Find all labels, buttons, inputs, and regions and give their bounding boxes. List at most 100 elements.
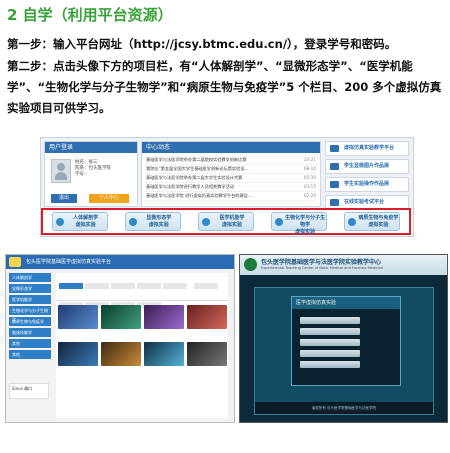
news-item[interactable]: 基础医学与法医学院举办第二届院校实验教学创新比赛 10-21 bbox=[146, 156, 316, 165]
course-tile[interactable] bbox=[58, 305, 98, 339]
filter-chip[interactable] bbox=[85, 283, 109, 289]
lab-menu-button[interactable] bbox=[300, 339, 360, 346]
module-sub: 虚拟实验 bbox=[75, 222, 96, 228]
news-item[interactable]: 基础医学与法医学院 进行虚拟仿真实验教学平台的建设… 02-20 bbox=[146, 192, 316, 201]
filter-chip[interactable] bbox=[111, 283, 135, 289]
lab-menu-button[interactable] bbox=[300, 317, 360, 324]
sidebar-item[interactable]: 其他 bbox=[9, 339, 51, 348]
course-list-screenshot: 包头医学院基础医学虚拟仿真实验平台 人体解剖学 显微形态学 医学机能学 生物化学… bbox=[5, 254, 235, 423]
course-thumbnail bbox=[101, 342, 141, 366]
course-thumbnail bbox=[58, 342, 98, 366]
section-heading: 2 自学（利用平台资源） bbox=[7, 6, 173, 24]
filter-chip[interactable] bbox=[163, 283, 187, 289]
center-subtitle: Experimental Teaching Center of Basic Me… bbox=[261, 266, 384, 270]
platform-title: 包头医学院基础医学虚拟仿真实验平台 bbox=[6, 255, 234, 269]
course-thumbnail bbox=[187, 305, 227, 329]
module-name: 医学机能学 bbox=[219, 215, 245, 221]
avatar-icon[interactable] bbox=[51, 159, 71, 183]
course-caption bbox=[58, 329, 98, 339]
lab-menu-button[interactable] bbox=[300, 328, 360, 335]
link-micro-images[interactable]: 学生显微图片作品展 bbox=[325, 159, 409, 174]
school-emblem-icon bbox=[244, 258, 257, 271]
news-title: 基础医学与法医学院 进行虚拟仿真实验教学平台的建设… bbox=[146, 193, 253, 198]
news-title: 基础医学与法医学院进行教学人员相关教学活动 bbox=[146, 184, 234, 189]
exit-button[interactable]: 退出 bbox=[51, 194, 77, 203]
course-tile[interactable] bbox=[187, 342, 227, 376]
lab-window: 医学虚拟仿真实验 版权所有 包头医学院基础医学与法医学院 bbox=[254, 287, 434, 415]
lab-panel-title: 医学虚拟仿真实验 bbox=[292, 297, 400, 309]
step-two-text: 第二步：点击头像下方的项目栏，有“人体解剖学”、“显微形态学”、“医学机能学”、… bbox=[7, 59, 442, 115]
sidebar-item[interactable]: 生物化学与分子生物学 bbox=[9, 306, 51, 322]
course-tile[interactable] bbox=[144, 342, 184, 376]
course-caption bbox=[144, 329, 184, 339]
sidebar-item[interactable]: 病原生物与免疫学 bbox=[9, 317, 51, 326]
center-header: 包头医学院基础医学与法医学院实验教学中心 Experimental Teachi… bbox=[240, 255, 447, 275]
filter-chip[interactable] bbox=[59, 283, 83, 289]
module-name: 人体解剖学 bbox=[73, 215, 99, 221]
platform-logo-icon bbox=[9, 257, 21, 267]
course-tile[interactable] bbox=[144, 305, 184, 339]
lab-menu-panel: 医学虚拟仿真实验 bbox=[291, 296, 401, 386]
course-caption bbox=[144, 366, 184, 376]
news-item[interactable]: 基础医学与法医学院举办第二届大学生实验设计大赛 05-30 bbox=[146, 174, 316, 183]
link-operation-works[interactable]: 学生实验操作作品展 bbox=[325, 177, 409, 192]
module-physiology[interactable]: 医学机能学 虚拟实验 bbox=[197, 212, 254, 231]
step-one-text: 第一步：输入平台网址（http://jcsy.btmc.edu.cn/），登录学… bbox=[7, 37, 397, 51]
module-biochemistry[interactable]: 生物化学与分子生物学 虚拟实验 bbox=[271, 212, 328, 235]
module-sub: 虚拟实验 bbox=[148, 222, 169, 228]
module-name: 显微形态学 bbox=[146, 215, 172, 221]
login-box-title: 用户登录 bbox=[45, 142, 137, 153]
sidebar-item[interactable]: 人体解剖学 bbox=[9, 273, 51, 282]
news-date: 10-21 bbox=[303, 157, 316, 162]
news-item[interactable]: 我院在“第五届全国大学生基础医学创新论坛暨实验设… 08-10 bbox=[146, 165, 316, 174]
course-grid-area bbox=[56, 273, 228, 418]
news-title: 基础医学与法医学院举办第二届院校实验教学创新比赛 bbox=[146, 157, 247, 162]
course-tile[interactable] bbox=[187, 305, 227, 339]
module-name: 生物化学与分子生物学 bbox=[285, 215, 326, 228]
user-info: 姓名：张三 院系：包头医学院 学号： bbox=[75, 160, 111, 178]
project-bar: 人体解剖学 虚拟实验 显微形态学 虚拟实验 医学机能学 虚拟实验 生物化学与分子生物学… bbox=[41, 208, 411, 235]
course-tile[interactable] bbox=[58, 342, 98, 376]
module-micro-morphology[interactable]: 显微形态学 虚拟实验 bbox=[124, 212, 181, 231]
lab-menu-button[interactable] bbox=[300, 361, 360, 368]
news-item[interactable]: 基础医学与法医学院进行教学人员相关教学活动 03-15 bbox=[146, 183, 316, 192]
portal-screenshot: 用户登录 姓名：张三 院系：包头医学院 学号： 退出 个人中心 中心动态 基础医… bbox=[40, 137, 414, 237]
user-card[interactable]: Sinus 端口 bbox=[9, 383, 49, 399]
login-box: 用户登录 姓名：张三 院系：包头医学院 学号： 退出 个人中心 bbox=[44, 141, 138, 207]
quick-links: 虚拟仿真实验教学平台 学生显微图片作品展 学生实验操作作品展 在线实验考试平台 bbox=[325, 141, 409, 210]
course-caption bbox=[187, 329, 227, 339]
module-pathogen-immunology[interactable]: 病原生物与免疫学 虚拟实验 bbox=[344, 212, 401, 231]
center-title: 包头医学院基础医学与法医学院实验教学中心 bbox=[261, 259, 382, 266]
news-title: 基础医学与法医学院举办第二届大学生实验设计大赛 bbox=[146, 175, 243, 180]
sidebar-item[interactable]: 医学机能学 bbox=[9, 295, 51, 304]
course-thumbnail bbox=[58, 305, 98, 329]
news-date: 02-20 bbox=[303, 193, 316, 198]
user-id: 学号： bbox=[75, 172, 89, 177]
course-tiles bbox=[58, 305, 227, 376]
sidebar-item[interactable]: 显微形态学 bbox=[9, 284, 51, 293]
personal-center-button[interactable]: 个人中心 bbox=[89, 194, 129, 203]
link-virtual-platform[interactable]: 虚拟仿真实验教学平台 bbox=[325, 141, 409, 156]
sidebar-item[interactable]: 其他 bbox=[9, 350, 51, 359]
lab-menu bbox=[300, 317, 360, 372]
news-box-title: 中心动态 bbox=[142, 142, 320, 153]
course-tile[interactable] bbox=[101, 305, 141, 339]
course-caption bbox=[187, 366, 227, 376]
virtual-lab-screenshot: 包头医学院基础医学与法医学院实验教学中心 Experimental Teachi… bbox=[239, 254, 448, 423]
news-box: 中心动态 基础医学与法医学院举办第二届院校实验教学创新比赛 10-21 我院在“第… bbox=[141, 141, 321, 207]
course-tile[interactable] bbox=[101, 342, 141, 376]
course-caption bbox=[101, 329, 141, 339]
course-thumbnail bbox=[144, 305, 184, 329]
course-thumbnail bbox=[101, 305, 141, 329]
news-title: 我院在“第五届全国大学生基础医学创新论坛暨实验设… bbox=[146, 166, 249, 171]
sidebar-item[interactable]: 临床技能学 bbox=[9, 328, 51, 337]
news-list: 基础医学与法医学院举办第二届院校实验教学创新比赛 10-21 我院在“第五届全国大… bbox=[146, 156, 316, 201]
lab-menu-button[interactable] bbox=[300, 350, 360, 357]
module-sub: 虚拟实验 bbox=[221, 222, 242, 228]
module-name: 病原生物与免疫学 bbox=[358, 215, 399, 221]
filter-chip[interactable] bbox=[194, 283, 219, 289]
course-caption bbox=[101, 366, 141, 376]
module-anatomy[interactable]: 人体解剖学 虚拟实验 bbox=[51, 212, 108, 231]
filter-chip[interactable] bbox=[137, 283, 161, 289]
course-thumbnail bbox=[187, 342, 227, 366]
